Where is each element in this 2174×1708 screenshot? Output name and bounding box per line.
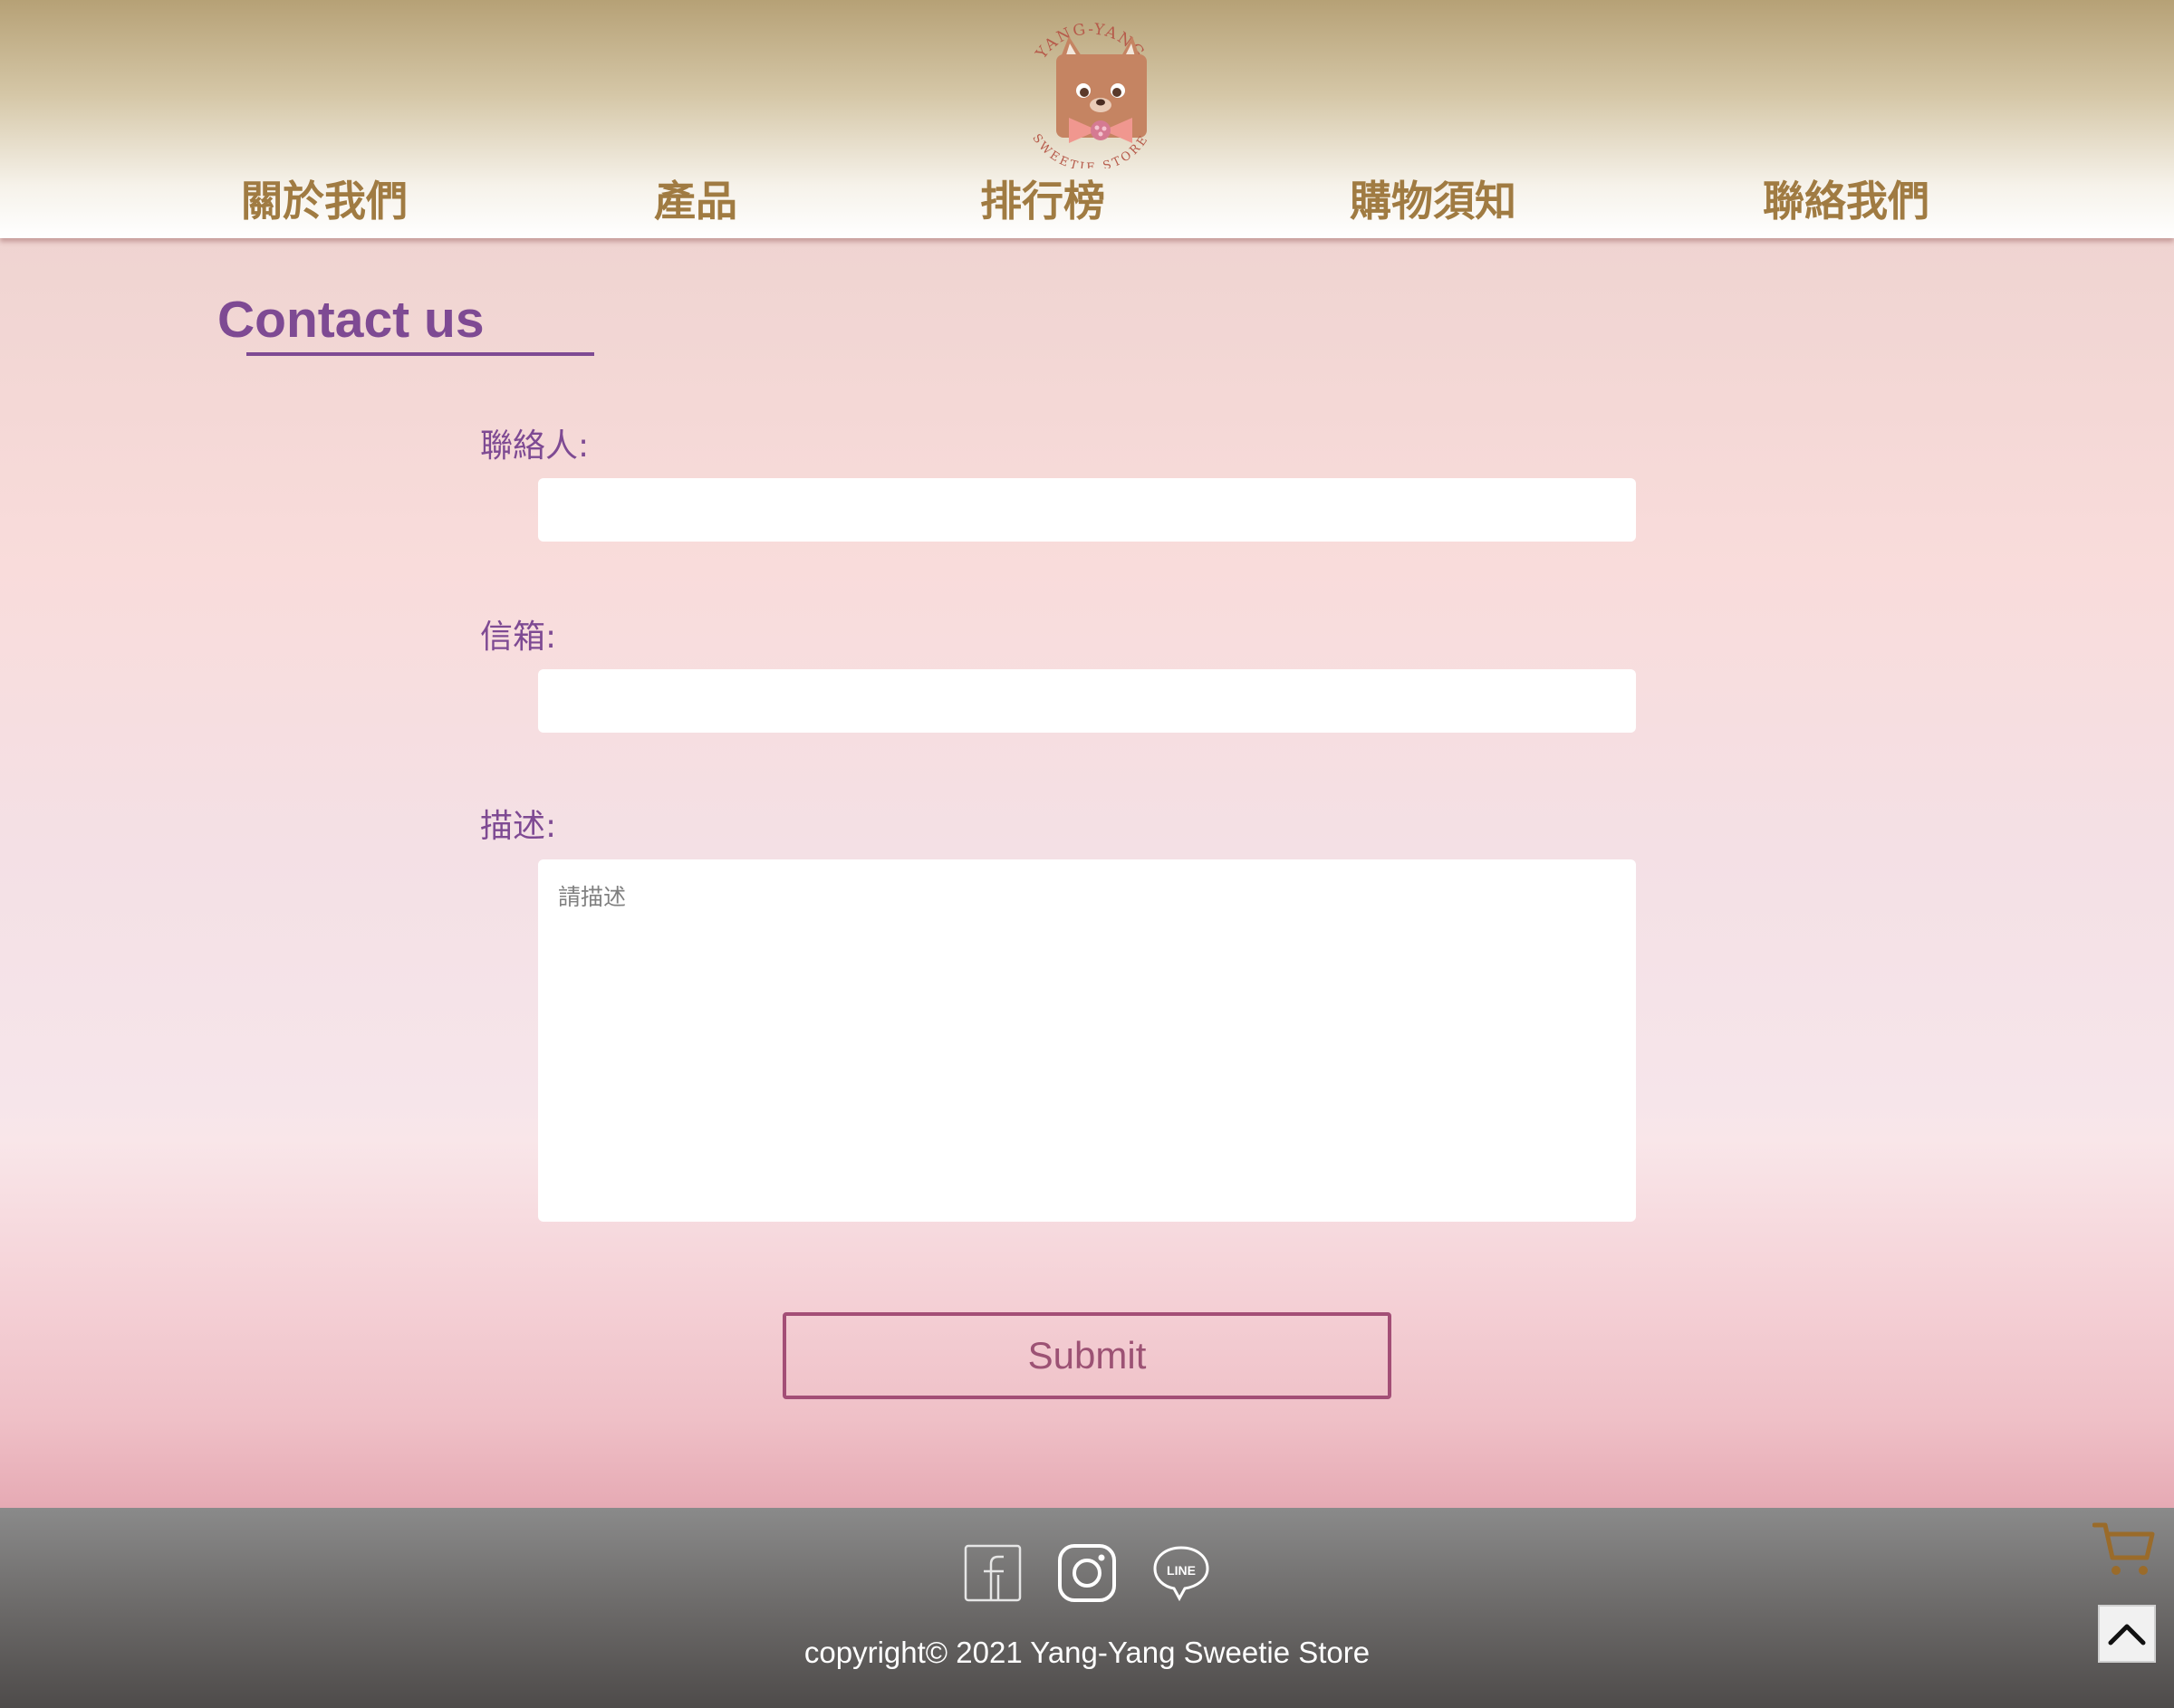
description-label: 描述: (480, 808, 557, 845)
copyright-text: copyright© 2021 Yang-Yang Sweetie Store (803, 1636, 1371, 1669)
nav-item-about[interactable]: 關於我們 (241, 172, 408, 230)
name-input[interactable] (538, 478, 1636, 542)
brand-logo[interactable]: YANG-YANG SWEETIE (1013, 9, 1169, 175)
contact-section: Contact us 聯絡人: 信箱: 描述: Submit (0, 238, 2174, 1508)
line-icon[interactable]: LINE (1152, 1544, 1210, 1602)
facebook-icon[interactable] (964, 1544, 1022, 1602)
nav-item-ranking[interactable]: 排行榜 (980, 172, 1105, 230)
nav-item-products[interactable]: 產品 (654, 172, 737, 230)
description-textarea[interactable] (538, 859, 1636, 1222)
chevron-up-icon (2108, 1624, 2146, 1646)
cart-icon[interactable] (2092, 1520, 2156, 1579)
site-footer: LINE copyright© 2021 Yang-Yang Sweetie S… (0, 1508, 2174, 1708)
nav-item-contact[interactable]: 聯絡我們 (1763, 172, 1929, 230)
svg-text:LINE: LINE (1167, 1563, 1196, 1578)
submit-button[interactable]: Submit (783, 1312, 1391, 1399)
email-label: 信箱: (480, 619, 557, 656)
email-input[interactable] (538, 669, 1636, 733)
name-label: 聯絡人: (480, 427, 590, 465)
site-header: YANG-YANG SWEETIE (0, 0, 2174, 238)
page-title: Contact us (217, 291, 485, 349)
instagram-icon[interactable] (1058, 1544, 1116, 1602)
nav-item-shopping-guide[interactable]: 購物須知 (1350, 172, 1516, 230)
title-underline (246, 352, 594, 356)
back-to-top-button[interactable] (2098, 1605, 2156, 1663)
